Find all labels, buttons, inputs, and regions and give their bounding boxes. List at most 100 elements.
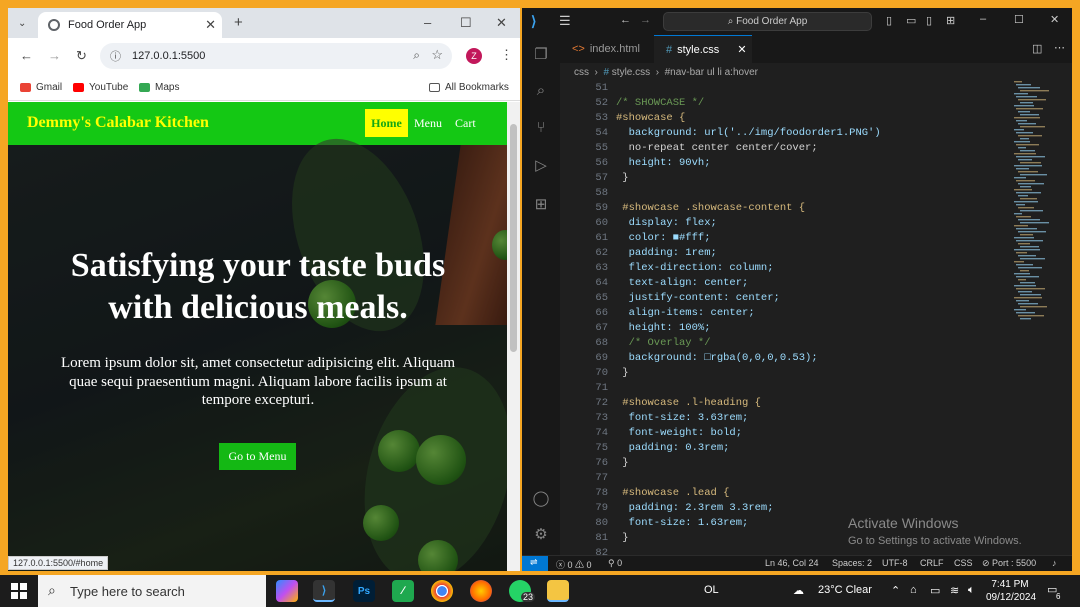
code-line[interactable]: font-size: 3.63rem;: [616, 412, 749, 424]
chrome-icon[interactable]: [431, 580, 453, 602]
code-line[interactable]: height: 100%;: [616, 322, 711, 334]
code-line[interactable]: no-repeat center center/cover;: [616, 142, 818, 154]
weather-text[interactable]: 23°C Clear: [818, 584, 872, 596]
code-line[interactable]: #showcase .showcase-content {: [616, 202, 805, 214]
nav-menu[interactable]: Menu: [414, 116, 442, 131]
new-tab-button[interactable]: +: [234, 15, 243, 30]
code-line[interactable]: /* Overlay */: [616, 337, 711, 349]
code-line[interactable]: padding: 2.3rem 3.3rem;: [616, 502, 774, 514]
photoshop-icon[interactable]: Ps: [353, 580, 375, 602]
code-line[interactable]: align-items: center;: [616, 307, 755, 319]
ports-status[interactable]: ⚲ 0: [608, 558, 622, 569]
hamburger-menu-icon[interactable]: ☰: [559, 13, 571, 29]
toggle-secondary-sidebar-icon[interactable]: ▯: [926, 14, 932, 27]
notifications-bell-icon[interactable]: ♪: [1052, 558, 1057, 568]
toggle-sidebar-icon[interactable]: ▯: [886, 14, 892, 27]
code-line[interactable]: }: [616, 457, 628, 469]
profile-avatar[interactable]: Z: [466, 48, 482, 64]
code-line[interactable]: #showcase {: [616, 112, 685, 124]
close-tab-icon[interactable]: ✕: [205, 17, 216, 33]
all-bookmarks[interactable]: All Bookmarks: [429, 82, 509, 93]
encoding-status[interactable]: UTF-8: [882, 558, 908, 568]
tab-search-button[interactable]: ⌄: [18, 17, 26, 31]
forward-button[interactable]: →: [48, 49, 61, 63]
browser-tab[interactable]: Food Order App ✕: [38, 12, 222, 38]
taskbar-search[interactable]: ⌕ Type here to search: [38, 575, 266, 607]
star-icon[interactable]: ☆: [431, 47, 443, 63]
explorer-icon[interactable]: ❐: [532, 45, 550, 63]
extensions-icon[interactable]: ⊞: [532, 195, 550, 213]
minimize-button[interactable]: –: [980, 13, 986, 25]
split-editor-icon[interactable]: ◫: [1032, 42, 1042, 55]
more-actions-icon[interactable]: ⋯: [1054, 41, 1065, 54]
back-button[interactable]: ←: [20, 49, 33, 63]
site-brand[interactable]: Demmy's Calabar Kitchen: [27, 114, 209, 132]
nav-home[interactable]: Home: [365, 109, 408, 137]
remote-indicator[interactable]: ⇌: [522, 556, 548, 571]
battery-icon[interactable]: ▭: [930, 584, 940, 597]
url-field[interactable]: ⓘ 127.0.0.1:5500 ⌕ ☆: [100, 43, 452, 69]
close-button[interactable]: ✕: [1050, 13, 1059, 26]
taskbar-clock[interactable]: 7:41 PM 09/12/2024: [986, 578, 1036, 604]
close-tab-icon[interactable]: ✕: [737, 43, 746, 56]
settings-gear-icon[interactable]: ⚙: [532, 525, 550, 543]
code-line[interactable]: /* SHOWCASE */: [616, 97, 704, 109]
code-editor[interactable]: 51 52 /* SHOWCASE */ 53 #showcase {54 backgr…: [560, 81, 1030, 559]
toggle-panel-icon[interactable]: ▭: [906, 14, 916, 27]
problems-status[interactable]: ⓧ 0 ⚠ 0: [556, 558, 592, 571]
file-explorer-icon[interactable]: [547, 580, 569, 602]
code-line[interactable]: #showcase .lead {: [616, 487, 729, 499]
language-status[interactable]: CSS: [954, 558, 973, 568]
network-icon[interactable]: ⌂: [910, 584, 917, 596]
scrollbar-thumb[interactable]: [510, 124, 517, 352]
editor-scrollbar[interactable]: [1062, 81, 1072, 555]
forward-arrow-icon[interactable]: →: [640, 14, 651, 26]
code-line[interactable]: padding: 1rem;: [616, 247, 717, 259]
menu-kebab-icon[interactable]: ⋮: [500, 48, 513, 62]
bookmark-maps[interactable]: Maps: [139, 82, 179, 93]
indentation-status[interactable]: Spaces: 2: [832, 558, 872, 568]
maximize-button[interactable]: ☐: [1014, 13, 1024, 26]
maximize-button[interactable]: ☐: [460, 16, 472, 30]
code-line[interactable]: background: □rgba(0,0,0,0.53);: [616, 352, 818, 364]
bookmark-gmail[interactable]: Gmail: [20, 82, 62, 93]
live-server-status[interactable]: ⊘ Port : 5500: [982, 558, 1036, 569]
close-window-button[interactable]: ✕: [496, 16, 507, 30]
code-line[interactable]: color: ■#fff;: [616, 232, 711, 244]
page-scrollbar[interactable]: [507, 102, 520, 571]
volume-icon[interactable]: 🔈︎: [968, 584, 975, 597]
minimap[interactable]: [1012, 81, 1060, 341]
weather-icon[interactable]: ☁: [793, 584, 804, 597]
zoom-icon[interactable]: ⌕: [413, 48, 420, 63]
back-arrow-icon[interactable]: ←: [620, 14, 631, 26]
firefox-icon[interactable]: [470, 580, 492, 602]
cursor-position[interactable]: Ln 46, Col 24: [765, 558, 819, 568]
wifi-icon[interactable]: ≋: [950, 584, 959, 597]
code-line[interactable]: font-weight: bold;: [616, 427, 742, 439]
copilot-icon[interactable]: [276, 580, 298, 602]
tab-index-html[interactable]: <> index.html: [560, 35, 648, 63]
run-debug-icon[interactable]: ▷: [532, 156, 550, 174]
code-line[interactable]: text-align: center;: [616, 277, 749, 289]
reload-button[interactable]: ↻: [76, 49, 87, 63]
search-icon[interactable]: ⌕: [532, 82, 550, 100]
site-info-icon[interactable]: ⓘ: [110, 48, 121, 64]
code-line[interactable]: height: 90vh;: [616, 157, 711, 169]
code-line[interactable]: font-size: 1.63rem;: [616, 517, 749, 529]
code-line[interactable]: display: flex;: [616, 217, 717, 229]
eol-status[interactable]: CRLF: [920, 558, 944, 568]
code-line[interactable]: flex-direction: column;: [616, 262, 774, 274]
code-line[interactable]: }: [616, 367, 628, 379]
customize-layout-icon[interactable]: ⊞: [946, 14, 955, 27]
account-icon[interactable]: ◯: [532, 489, 550, 507]
code-line[interactable]: background: url('../img/foodorder1.PNG'): [616, 127, 881, 139]
go-to-menu-button[interactable]: Go to Menu: [219, 443, 296, 470]
windows-start-icon[interactable]: [11, 583, 27, 599]
code-line[interactable]: #showcase .l-heading {: [616, 397, 761, 409]
code-line[interactable]: padding: 0.3rem;: [616, 442, 730, 454]
source-control-icon[interactable]: ⑂: [532, 119, 550, 137]
code-line[interactable]: justify-content: center;: [616, 292, 780, 304]
tray-overflow-icon[interactable]: ⌃: [891, 584, 900, 597]
ol-tray-text[interactable]: OL: [704, 584, 719, 596]
bookmark-youtube[interactable]: YouTube: [73, 82, 128, 93]
